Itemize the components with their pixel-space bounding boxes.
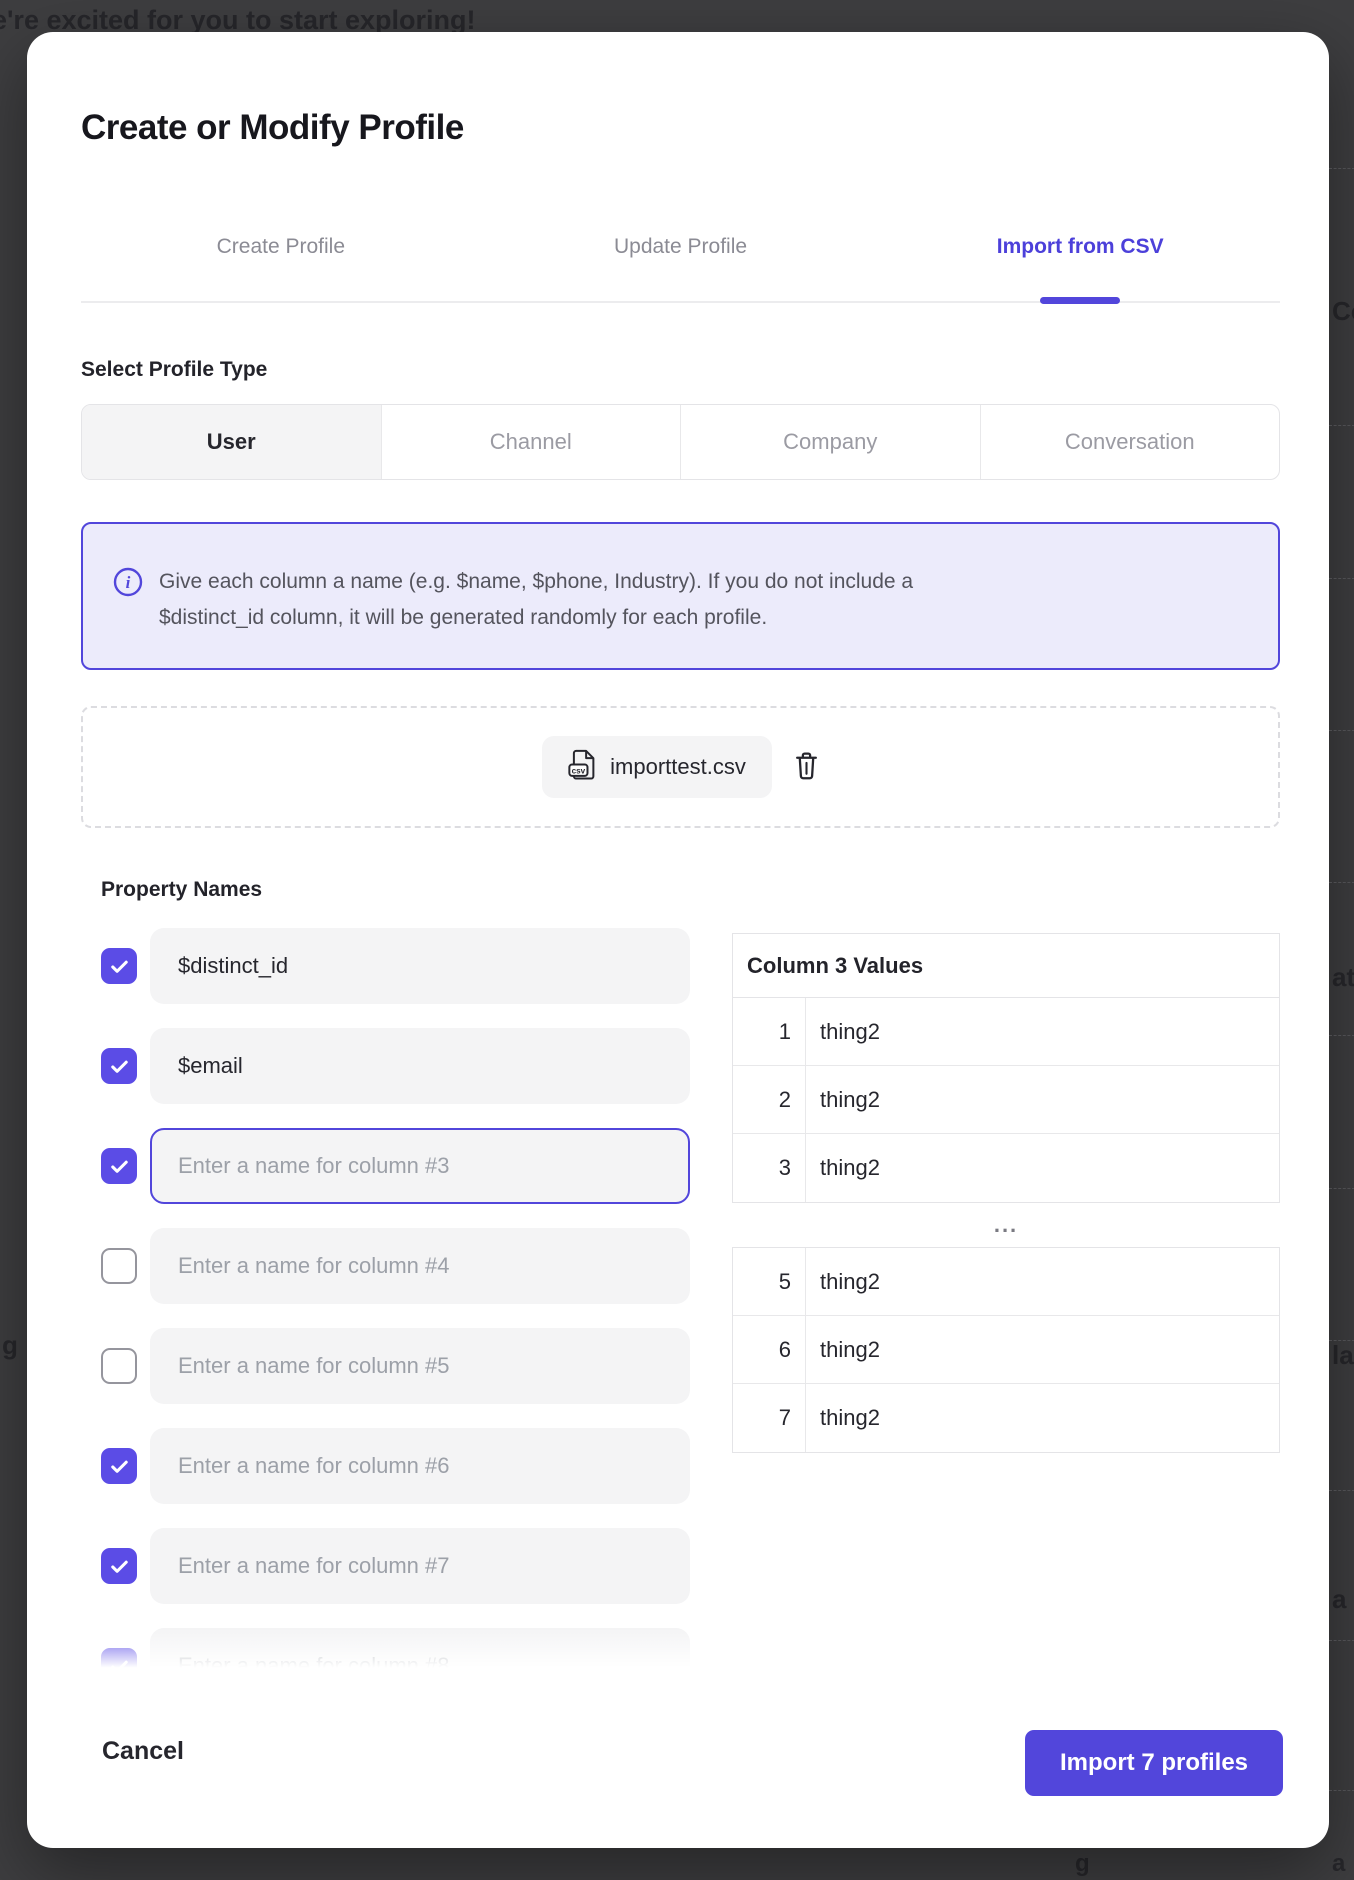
csv-dropzone[interactable]: csv importtest.csv [81,706,1280,828]
info-banner: i Give each column a name (e.g. $name, $… [81,522,1280,670]
remove-file-button[interactable] [794,751,819,783]
backdrop-table-line [1329,1188,1354,1189]
check-icon [108,1455,131,1478]
row-number: 7 [733,1384,806,1452]
info-icon: i [113,567,143,602]
row-value: thing2 [806,1316,1279,1383]
column-8-name-input[interactable] [150,1628,690,1672]
property-row-1 [101,928,701,1004]
background-text-fragment: ata [1332,962,1354,993]
backdrop-table-line [1329,1340,1354,1341]
column-5-name-input[interactable] [150,1328,690,1404]
check-icon [108,1555,131,1578]
row-value: thing2 [806,1066,1279,1133]
column-4-name-input[interactable] [150,1228,690,1304]
background-text-fragment: a [1332,1850,1345,1878]
table-row: 1 thing2 [733,998,1279,1066]
background-text-fragment: Co [1332,296,1354,327]
row-value: thing2 [806,1384,1279,1452]
profile-type-user[interactable]: User [82,405,381,479]
values-table-bottom: 5 thing2 6 thing2 7 thing2 [732,1247,1280,1453]
check-icon [108,1655,131,1673]
uploaded-file-chip: csv importtest.csv [542,736,772,798]
backdrop-table-line [1329,1490,1354,1491]
cancel-button[interactable]: Cancel [102,1737,184,1766]
tab-create-profile[interactable]: Create Profile [81,232,481,262]
column-7-checkbox[interactable] [101,1548,137,1584]
profile-type-conversation[interactable]: Conversation [980,405,1280,479]
table-row: 2 thing2 [733,1066,1279,1134]
check-icon [108,1055,131,1078]
background-text-fragment: g [2,1330,18,1361]
csv-file-icon: csv [568,748,597,787]
property-row-4 [101,1228,701,1304]
values-table-top: Column 3 Values 1 thing2 2 thing2 3 thin… [732,933,1280,1203]
tab-update-profile[interactable]: Update Profile [481,232,881,262]
backdrop-table-line [1329,730,1354,731]
background-text-fragment: a [1332,1584,1346,1615]
column-4-checkbox[interactable] [101,1248,137,1284]
row-number: 3 [733,1134,806,1202]
active-tab-indicator [1040,297,1120,304]
dialog-title: Create or Modify Profile [81,108,464,148]
backdrop-table-line [1329,168,1354,169]
tab-import-from-csv[interactable]: Import from CSV [880,232,1280,262]
backdrop-table-line [1329,882,1354,883]
column-6-name-input[interactable] [150,1428,690,1504]
background-text-fragment: g [1075,1850,1090,1878]
column-values-preview: Column 3 Values 1 thing2 2 thing2 3 thin… [732,933,1280,1453]
column-2-name-input[interactable] [150,1028,690,1104]
create-or-modify-profile-dialog: Create or Modify Profile Create Profile … [27,32,1329,1848]
column-2-checkbox[interactable] [101,1048,137,1084]
profile-type-channel[interactable]: Channel [381,405,681,479]
column-7-name-input[interactable] [150,1528,690,1604]
select-profile-type-label: Select Profile Type [81,358,267,382]
backdrop-table-line [1329,1035,1354,1036]
row-value: thing2 [806,1134,1279,1202]
column-1-name-input[interactable] [150,928,690,1004]
table-row: 3 thing2 [733,1134,1279,1202]
svg-text:i: i [126,573,131,592]
uploaded-file-name: importtest.csv [610,754,746,780]
profile-type-company[interactable]: Company [680,405,980,479]
row-number: 2 [733,1066,806,1133]
backdrop-table-line [1329,1640,1354,1641]
rows-ellipsis: ... [732,1203,1280,1247]
dialog-tabs: Create Profile Update Profile Import fro… [81,232,1280,262]
import-profiles-button[interactable]: Import 7 profiles [1025,1730,1283,1796]
column-8-checkbox[interactable] [101,1648,137,1672]
property-row-8 [101,1628,701,1672]
column-6-checkbox[interactable] [101,1448,137,1484]
table-row: 6 thing2 [733,1316,1279,1384]
property-row-7 [101,1528,701,1604]
column-3-name-input[interactable] [150,1128,690,1204]
backdrop-table-line [1329,425,1354,426]
check-icon [108,1155,131,1178]
column-1-checkbox[interactable] [101,948,137,984]
svg-text:csv: csv [572,766,586,775]
profile-type-segmented-control: User Channel Company Conversation [81,404,1280,480]
property-row-6 [101,1428,701,1504]
row-value: thing2 [806,998,1279,1065]
trash-icon [794,751,819,783]
info-banner-text: Give each column a name (e.g. $name, $ph… [159,564,1019,636]
column-3-checkbox[interactable] [101,1148,137,1184]
row-value: thing2 [806,1248,1279,1315]
check-icon [108,955,131,978]
property-row-2 [101,1028,701,1104]
row-number: 1 [733,998,806,1065]
property-names-heading: Property Names [101,878,262,902]
row-number: 6 [733,1316,806,1383]
backdrop-table-line [1329,578,1354,579]
property-row-3 [101,1128,701,1204]
property-row-5 [101,1328,701,1404]
background-text-fragment: lab [1332,1340,1354,1371]
table-row: 5 thing2 [733,1248,1279,1316]
column-5-checkbox[interactable] [101,1348,137,1384]
values-table-header: Column 3 Values [733,934,1279,998]
table-row: 7 thing2 [733,1384,1279,1452]
property-rows-list[interactable] [101,928,701,1672]
row-number: 5 [733,1248,806,1315]
backdrop-table-line [1329,1790,1354,1791]
